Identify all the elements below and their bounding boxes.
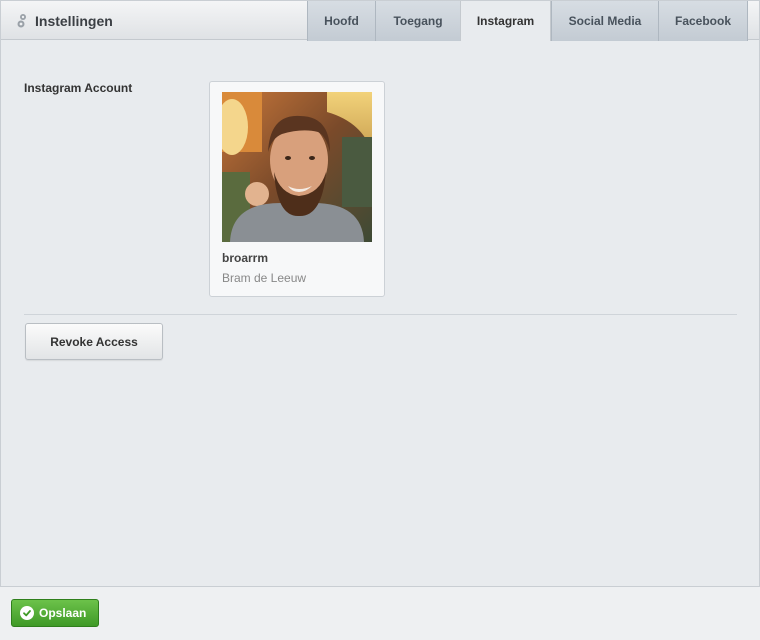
settings-icon (17, 13, 27, 29)
avatar (222, 92, 372, 242)
instagram-account-card: broarrm Bram de Leeuw (209, 81, 385, 297)
save-button-label: Opslaan (39, 606, 87, 620)
tab-label: Social Media (568, 14, 642, 28)
tab-label: Facebook (674, 14, 731, 28)
save-button[interactable]: Opslaan (11, 599, 99, 627)
page-title: Instellingen (35, 12, 113, 29)
tab-bar: Hoofd Toegang Instagram Social Media Fac… (307, 1, 748, 41)
settings-panel: Instellingen Hoofd Toegang Instagram Soc… (0, 0, 760, 587)
divider (24, 314, 737, 315)
tab-label: Hoofd (324, 14, 359, 28)
instagram-username: broarrm (222, 251, 269, 265)
panel-header: Instellingen Hoofd Toegang Instagram Soc… (1, 1, 759, 41)
tab-toegang[interactable]: Toegang (375, 1, 460, 41)
tab-social-media[interactable]: Social Media (551, 1, 658, 41)
header-title: Instellingen (17, 1, 113, 40)
check-circle-icon (20, 606, 34, 620)
footer-bar (0, 587, 760, 640)
tab-hoofd[interactable]: Hoofd (307, 1, 375, 41)
instagram-account-label: Instagram Account (24, 81, 133, 95)
tab-label: Instagram (476, 14, 535, 28)
revoke-access-button[interactable]: Revoke Access (25, 323, 163, 360)
instagram-full-name: Bram de Leeuw (222, 271, 307, 285)
tab-facebook[interactable]: Facebook (658, 1, 748, 41)
tab-label: Toegang (393, 14, 443, 28)
tab-instagram[interactable]: Instagram (460, 1, 551, 41)
